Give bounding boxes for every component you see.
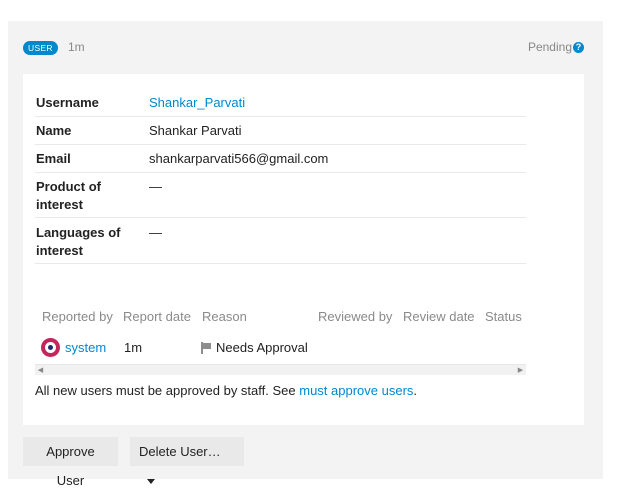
- languages-label-line-2: interest: [36, 242, 83, 258]
- header-status: Status: [485, 309, 522, 324]
- username-label: Username: [35, 88, 149, 117]
- created-age: 1m: [68, 40, 85, 54]
- username-row: Username Shankar_Parvati: [35, 88, 526, 117]
- product-label-line-2: interest: [36, 196, 83, 212]
- review-header: USER 1m Pending ?: [8, 21, 603, 73]
- report-date-value: 1m: [124, 340, 143, 355]
- product-label: Product of interest: [35, 172, 149, 218]
- approve-user-label: Approve User: [46, 444, 95, 488]
- status-label: Pending: [527, 40, 572, 54]
- email-label: Email: [35, 144, 149, 173]
- header-review-date: Review date: [403, 309, 475, 324]
- approval-note: All new users must be approved by staff.…: [35, 383, 417, 398]
- email-value: shankarparvati566@gmail.com: [149, 144, 526, 173]
- approval-note-end: .: [413, 383, 418, 398]
- user-details-table: Username Shankar_Parvati Name Shankar Pa…: [35, 88, 526, 264]
- languages-label-line-1: Languages of: [36, 224, 121, 240]
- user-type-badge: USER: [23, 41, 58, 55]
- review-card: USER 1m Pending ? Username Shankar_Parva…: [8, 21, 603, 488]
- email-row: Email shankarparvati566@gmail.com: [35, 144, 526, 173]
- languages-label: Languages of interest: [35, 217, 149, 264]
- delete-user-label: Delete User…: [139, 444, 221, 459]
- system-avatar-icon[interactable]: [41, 338, 60, 357]
- header-reported-by: Reported by: [42, 309, 113, 324]
- header-reason: Reason: [202, 309, 247, 324]
- question-circle-icon[interactable]: ?: [573, 42, 584, 53]
- scroll-right-icon[interactable]: ▶: [515, 365, 526, 376]
- scroll-left-icon[interactable]: ◀: [35, 365, 46, 376]
- approve-user-button[interactable]: Approve User: [23, 437, 118, 488]
- flag-icon: [200, 342, 212, 354]
- horizontal-scrollbar[interactable]: ◀ ▶: [35, 364, 526, 375]
- caret-down-icon: [147, 479, 155, 485]
- review-panel: Username Shankar_Parvati Name Shankar Pa…: [23, 74, 584, 425]
- product-row: Product of interest —: [35, 172, 526, 218]
- reporter-link[interactable]: system: [65, 340, 106, 355]
- header-report-date: Report date: [123, 309, 191, 324]
- languages-value: —: [149, 217, 526, 264]
- languages-row: Languages of interest —: [35, 217, 526, 264]
- name-row: Name Shankar Parvati: [35, 116, 526, 145]
- name-label: Name: [35, 116, 149, 145]
- product-label-line-1: Product of: [36, 178, 101, 194]
- header-reviewed-by: Reviewed by: [318, 309, 393, 324]
- username-link[interactable]: Shankar_Parvati: [149, 95, 245, 110]
- delete-user-button[interactable]: Delete User…: [130, 437, 244, 485]
- approval-note-text: All new users must be approved by staff.…: [35, 383, 300, 398]
- must-approve-users-link[interactable]: must approve users: [299, 383, 413, 398]
- name-value: Shankar Parvati: [149, 116, 526, 145]
- product-value: —: [149, 172, 526, 218]
- reason-value: Needs Approval: [216, 340, 308, 355]
